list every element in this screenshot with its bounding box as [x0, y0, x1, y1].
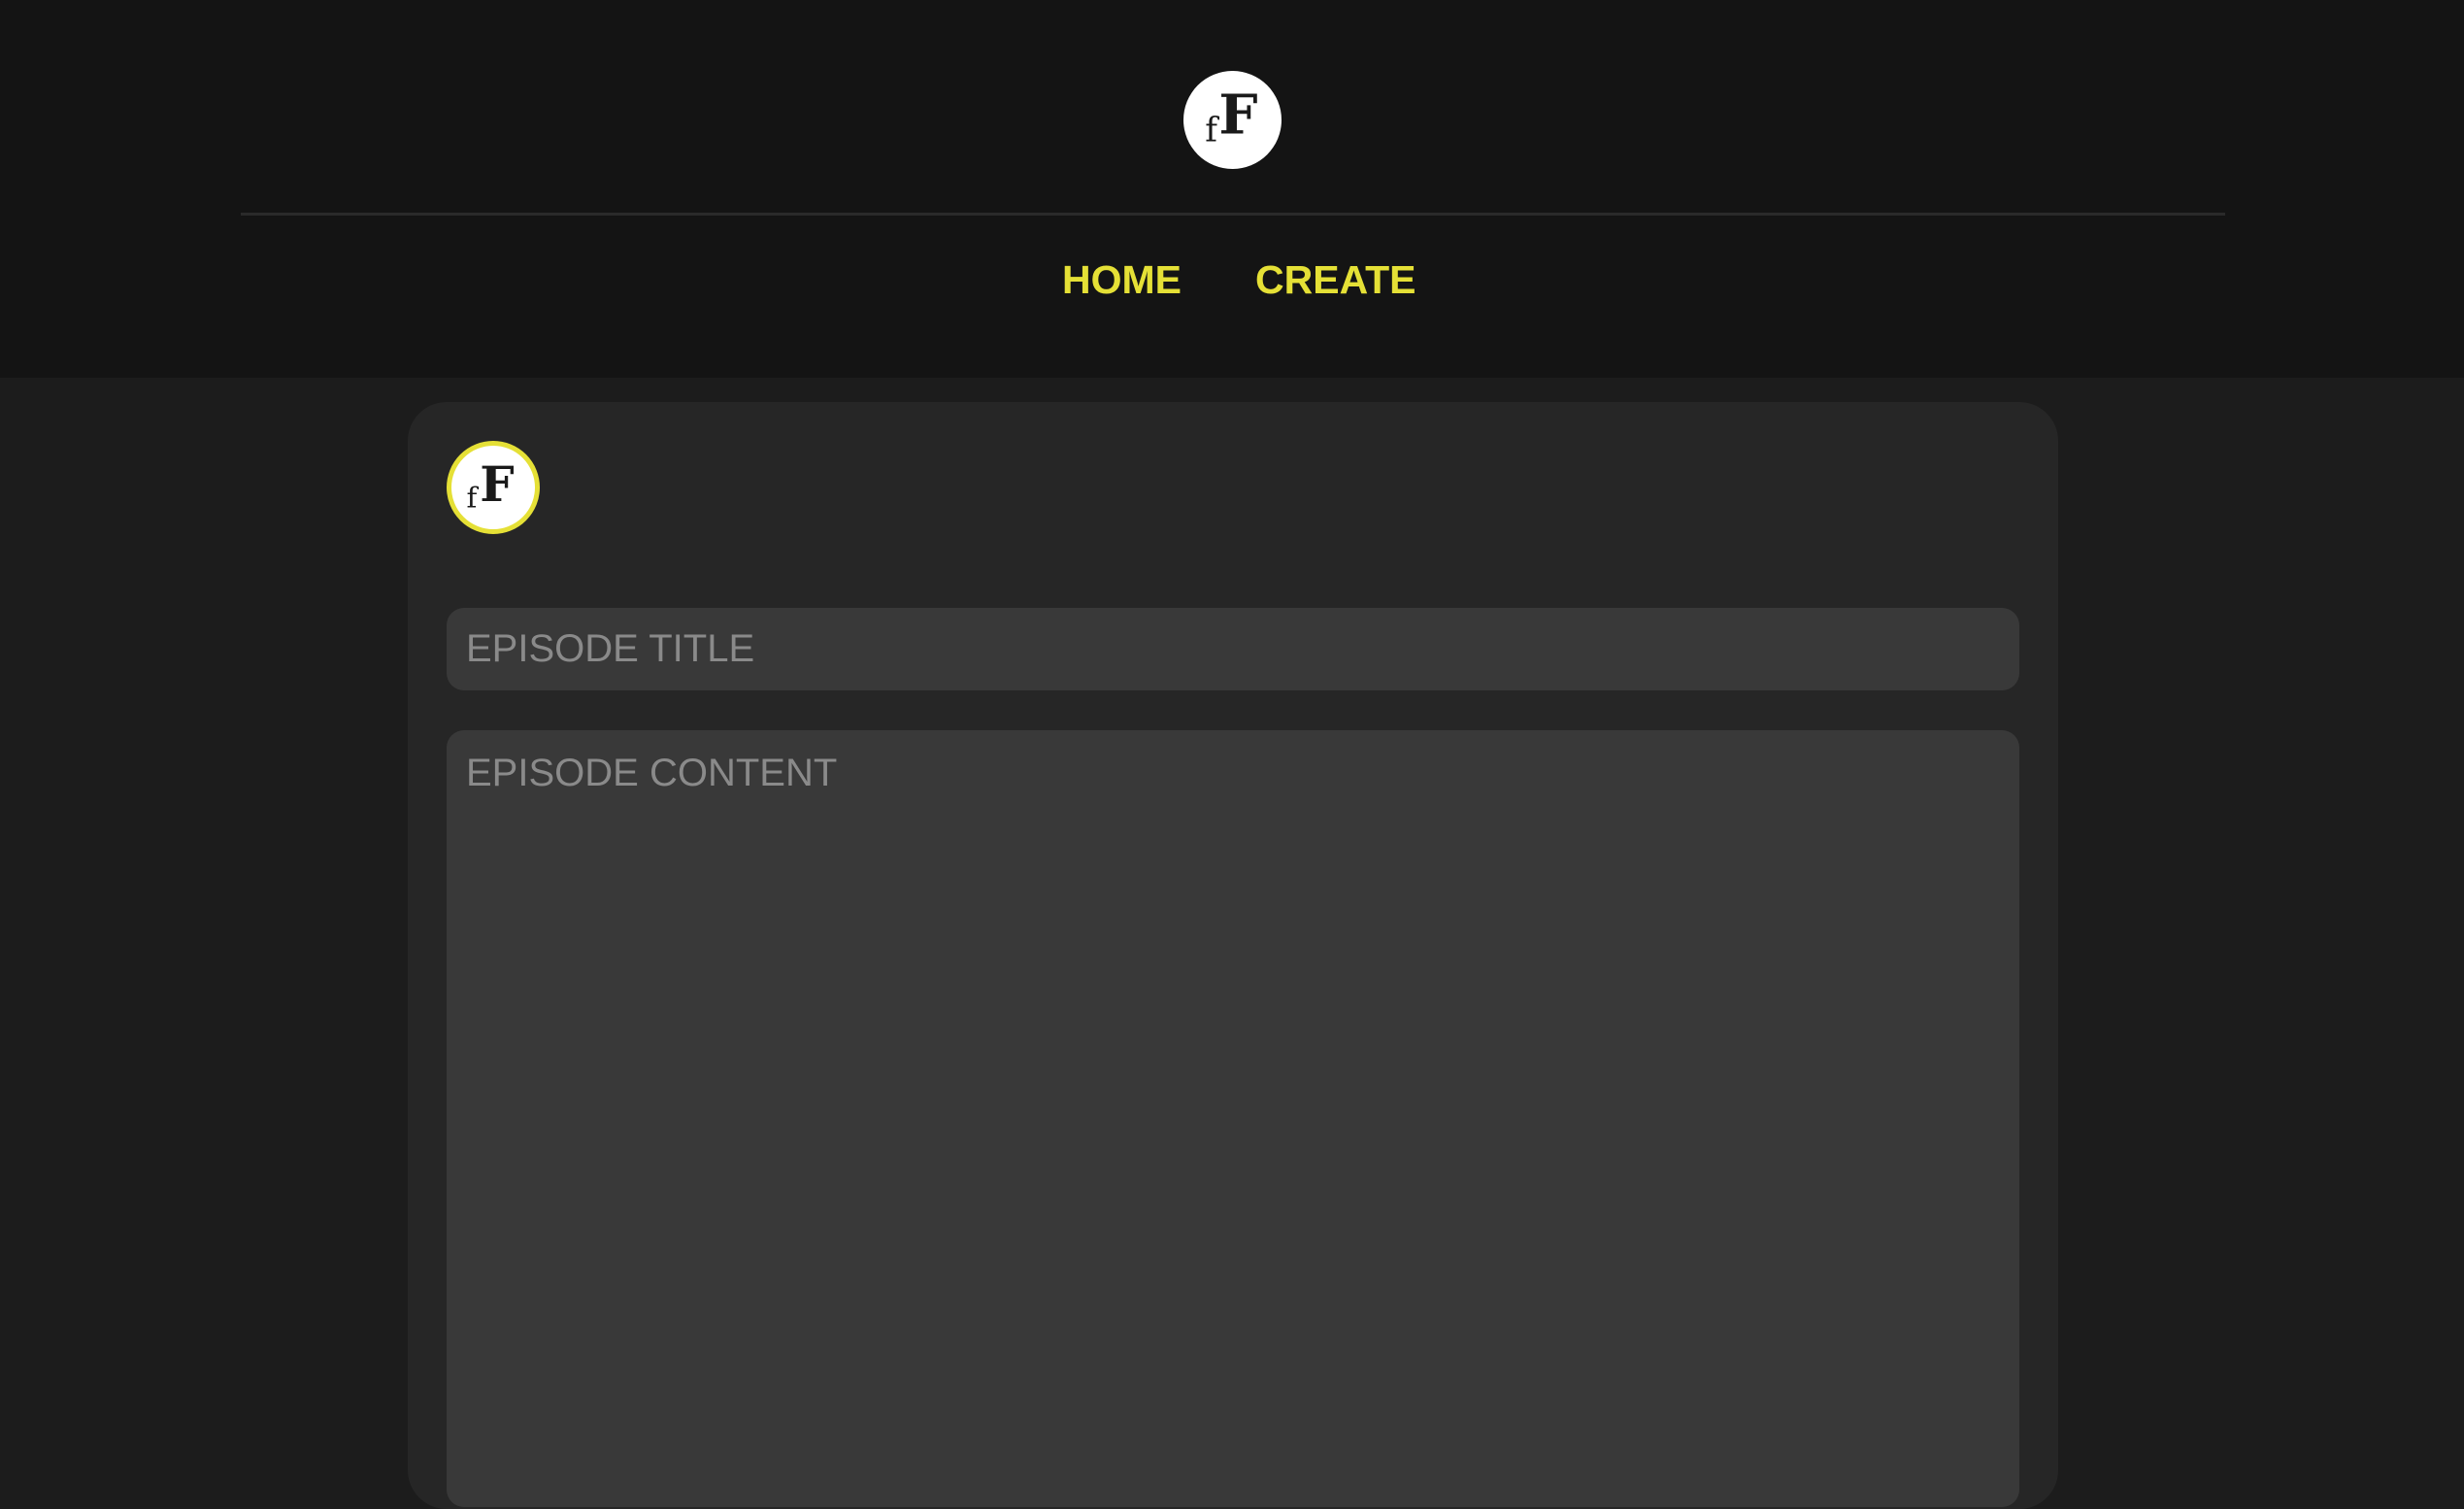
author-avatar: f F: [447, 441, 540, 534]
logo-big-f: F: [1218, 84, 1257, 148]
site-logo[interactable]: f F: [1183, 71, 1282, 169]
nav-home-link[interactable]: HOME: [1062, 251, 1182, 309]
avatar-small-f: f: [466, 482, 479, 515]
site-header: f F HOME CREATE: [0, 0, 2464, 378]
avatar-big-f: F: [480, 455, 514, 513]
episode-title-input[interactable]: [447, 608, 2019, 690]
header-divider: [241, 213, 2225, 216]
create-episode-card: f F: [408, 402, 2058, 1509]
logo-small-f: f: [1205, 112, 1219, 151]
main-nav: HOME CREATE: [0, 251, 2464, 309]
episode-content-input[interactable]: [447, 730, 2019, 1507]
nav-create-link[interactable]: CREATE: [1255, 251, 1416, 309]
ff-logo-icon: f F: [1205, 84, 1257, 151]
ff-logo-icon: f F: [466, 455, 514, 515]
